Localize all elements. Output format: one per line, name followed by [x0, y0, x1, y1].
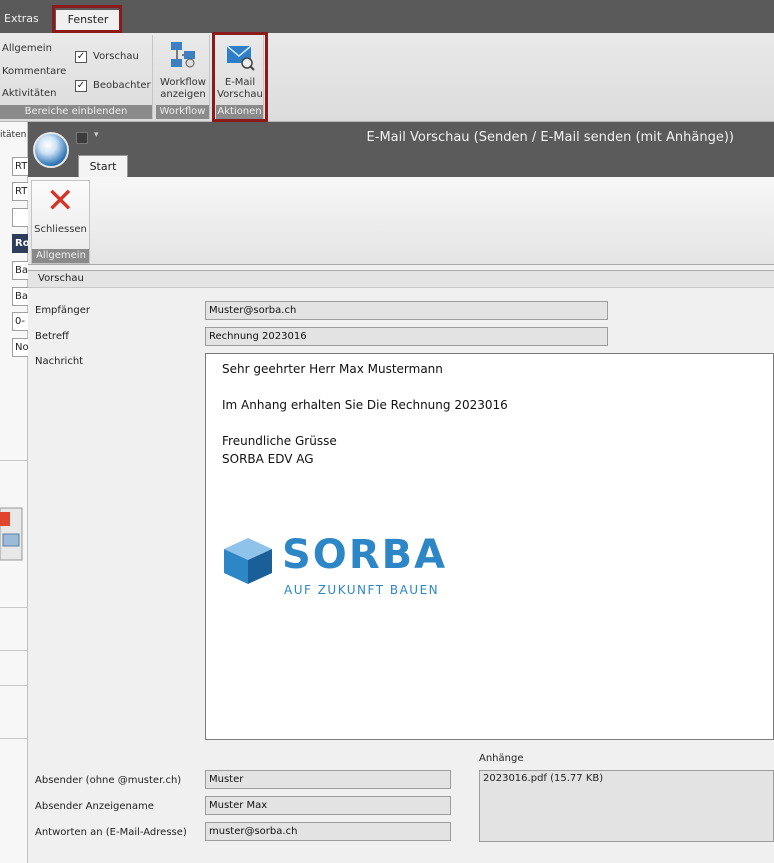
- sorba-logo-word: SORBA: [282, 532, 448, 578]
- ribbon-group-workflow: Workflow anzeigen Workflow: [156, 35, 210, 119]
- left-panel-header: itäten: [0, 130, 27, 140]
- workflow-icon: [171, 42, 195, 68]
- ribbon-item-kommentare[interactable]: Kommentare: [2, 66, 66, 77]
- absender-field[interactable]: Muster: [205, 770, 451, 789]
- workflow-button-line1: Workflow: [160, 77, 206, 88]
- absender-label: Absender (ohne @muster.ch): [35, 775, 182, 786]
- group-label-workflow: Workflow: [156, 105, 209, 119]
- betreff-field[interactable]: Rechnung 2023016: [205, 327, 608, 346]
- email-vorschau-highlight-frame: [212, 32, 268, 122]
- sorba-logo-tagline: AUF ZUKUNFT BAUEN: [284, 583, 440, 597]
- betreff-label: Betreff: [35, 331, 69, 342]
- workflow-button-line2: anzeigen: [160, 89, 206, 100]
- empfaenger-field[interactable]: Muster@sorba.ch: [205, 301, 608, 320]
- antworten-field[interactable]: muster@sorba.ch: [205, 822, 451, 841]
- attachments-list[interactable]: 2023016.pdf (15.77 KB): [479, 770, 774, 842]
- close-button[interactable]: ✕ Schliessen Allgemein: [31, 180, 90, 264]
- group-label-allgemein: Allgemein: [32, 249, 89, 263]
- message-company: SORBA EDV AG: [222, 452, 314, 466]
- menu-tab-extras[interactable]: Extras: [0, 8, 43, 30]
- tab-start[interactable]: Start: [78, 155, 128, 177]
- dialog-title-bar: ▾ E-Mail Vorschau (Senden / E-Mail sende…: [28, 122, 774, 154]
- close-icon: ✕: [46, 181, 75, 221]
- vorschau-checkbox-label: Vorschau: [93, 51, 139, 62]
- message-body[interactable]: Sehr geehrter Herr Max Mustermann Im Anh…: [205, 353, 774, 740]
- sorba-logo-cube-icon: [224, 538, 272, 584]
- pdf-file-icon[interactable]: [0, 504, 28, 564]
- anhaenge-label: Anhänge: [479, 753, 524, 764]
- ribbon-item-aktivitaeten[interactable]: Aktivitäten: [2, 88, 57, 99]
- email-preview-dialog: ▾ E-Mail Vorschau (Senden / E-Mail sende…: [28, 122, 774, 863]
- dialog-tab-bar: [28, 154, 774, 177]
- dialog-ribbon: ✕ Schliessen Allgemein: [28, 177, 774, 265]
- beobachter-checkbox-label: Beobachter: [93, 80, 151, 91]
- close-button-label: Schliessen: [34, 224, 87, 235]
- message-closing: Freundliche Grüsse: [222, 434, 337, 448]
- nachricht-label: Nachricht: [35, 356, 84, 367]
- section-vorschau: Vorschau: [28, 270, 774, 288]
- background-ribbon: Allgemein Kommentare Aktivitäten ✓ Vorsc…: [0, 33, 774, 122]
- antworten-label: Antworten an (E-Mail-Adresse): [35, 827, 187, 838]
- workflow-button[interactable]: Workflow anzeigen: [156, 77, 210, 101]
- application-menu-icon[interactable]: [33, 132, 69, 168]
- ribbon-item-allgemein[interactable]: Allgemein: [2, 43, 52, 54]
- group-label-bereiche: Bereiche einblenden: [0, 105, 152, 119]
- message-body-text: Im Anhang erhalten Sie Die Rechnung 2023…: [222, 398, 508, 412]
- anzeigename-field[interactable]: Muster Max: [205, 796, 451, 815]
- ribbon-group-bereiche: Allgemein Kommentare Aktivitäten ✓ Vorsc…: [0, 35, 153, 119]
- empfaenger-label: Empfänger: [35, 305, 91, 316]
- message-greeting: Sehr geehrter Herr Max Mustermann: [222, 362, 443, 376]
- attachment-item[interactable]: 2023016.pdf (15.77 KB): [483, 773, 603, 784]
- vorschau-checkbox[interactable]: ✓: [75, 51, 87, 63]
- dialog-title: E-Mail Vorschau (Senden / E-Mail senden …: [366, 130, 734, 145]
- quick-access-dropdown-icon[interactable]: ▾: [94, 130, 99, 140]
- fenster-highlight-frame: [52, 5, 122, 33]
- quick-access-icon[interactable]: [76, 132, 88, 144]
- anzeigename-label: Absender Anzeigename: [35, 801, 154, 812]
- beobachter-checkbox[interactable]: ✓: [75, 80, 87, 92]
- background-left-panel: itäten RT RT Ro Ba Ba 0- No: [0, 122, 32, 863]
